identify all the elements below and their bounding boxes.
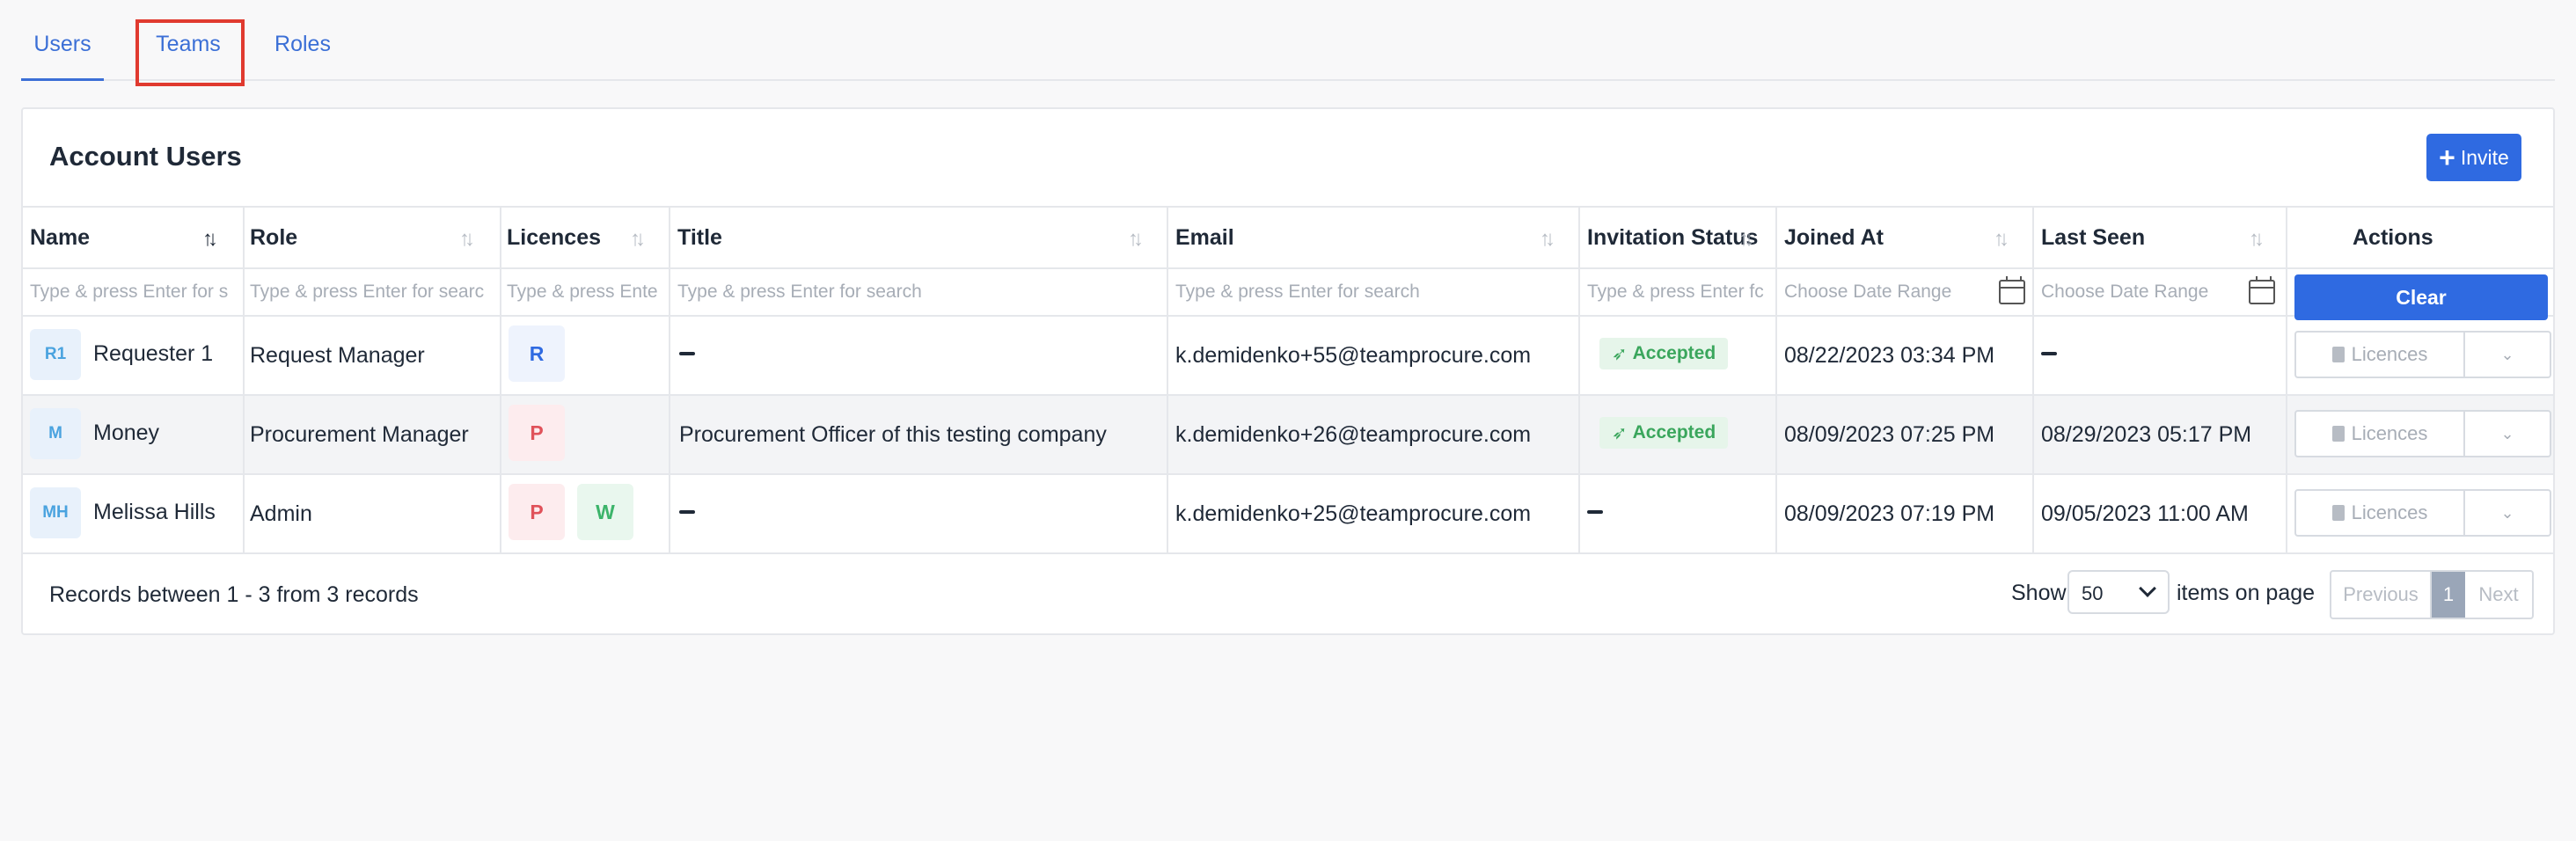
account-users-card: Account Users + Invite Name ↑↓ Role ↑↓ L…	[21, 107, 2555, 635]
records-summary: Records between 1 - 3 from 3 records	[49, 582, 419, 607]
name-filter-input[interactable]: Type & press Enter for s	[30, 282, 238, 303]
header-role[interactable]: Role	[250, 225, 297, 251]
joined-at: 08/09/2023 07:19 PM	[1784, 501, 1995, 526]
joined-at: 08/22/2023 03:34 PM	[1784, 343, 1995, 368]
title-filter-input[interactable]: Type & press Enter for search	[677, 282, 1153, 303]
avatar: M	[30, 408, 81, 459]
empty-dash	[2041, 352, 2057, 355]
header-email[interactable]: Email	[1175, 225, 1234, 251]
joined-date-range-input[interactable]: Choose Date Range	[1784, 282, 1978, 303]
show-label: Show	[2011, 581, 2067, 605]
status-filter-input[interactable]: Type & press Enter fc	[1587, 282, 1768, 303]
licences-button-label: Licences	[2351, 501, 2428, 523]
status-label: Accepted	[1632, 422, 1716, 442]
licences-filter-input[interactable]: Type & press Ente	[507, 282, 665, 303]
email-filter-input[interactable]: Type & press Enter for search	[1175, 282, 1571, 303]
header-last-seen[interactable]: Last Seen	[2041, 225, 2145, 251]
empty-dash	[679, 352, 695, 355]
avatar: MH	[30, 487, 81, 538]
user-role: Procurement Manager	[250, 422, 469, 447]
invite-button[interactable]: + Invite	[2426, 134, 2521, 181]
last-seen: 08/29/2023 05:17 PM	[2041, 422, 2252, 447]
user-email: k.demidenko+55@teamprocure.com	[1175, 343, 1532, 368]
licences-button-label: Licences	[2351, 343, 2428, 365]
chevron-down-icon[interactable]: ⌄	[2465, 489, 2551, 537]
page-title: Account Users	[49, 141, 242, 172]
user-email: k.demidenko+26@teamprocure.com	[1175, 422, 1532, 447]
licences-button[interactable]: Licences	[2294, 331, 2465, 378]
header-name[interactable]: Name	[30, 225, 90, 251]
document-icon	[2331, 505, 2345, 521]
sort-desc-icon[interactable]: ↑↓	[202, 227, 218, 252]
user-name[interactable]: Melissa Hills	[93, 500, 216, 525]
document-icon	[2331, 426, 2345, 442]
user-name[interactable]: Money	[93, 420, 159, 446]
status-badge: ➶ Accepted	[1599, 338, 1729, 369]
row-actions: Licences ⌄	[2294, 410, 2551, 457]
header-joined-at[interactable]: Joined At	[1784, 225, 1884, 251]
highlight-box	[135, 19, 245, 86]
sort-icon[interactable]: ↑↓	[1540, 227, 1555, 252]
row-actions: Licences ⌄	[2294, 331, 2551, 378]
licences-button[interactable]: Licences	[2294, 410, 2465, 457]
licence-badge-p: P	[509, 484, 565, 540]
tab-bar: Users Teams Roles	[21, 0, 2555, 81]
plus-icon: +	[2439, 142, 2455, 173]
user-name[interactable]: Requester 1	[93, 341, 213, 367]
current-page-button[interactable]: 1	[2432, 572, 2465, 618]
licences-button[interactable]: Licences	[2294, 489, 2465, 537]
tab-users[interactable]: Users	[21, 32, 104, 81]
page-size-value: 50	[2082, 582, 2104, 604]
sort-icon[interactable]: ↑↓	[1128, 227, 1144, 252]
document-icon	[2331, 347, 2345, 362]
rocket-icon: ➶	[1612, 343, 1628, 364]
licences-button-label: Licences	[2351, 422, 2428, 444]
last-seen-date-range-input[interactable]: Choose Date Range	[2041, 282, 2235, 303]
licence-badge-r: R	[509, 325, 565, 382]
calendar-icon[interactable]	[1999, 276, 2025, 304]
empty-dash	[1587, 510, 1603, 514]
header-actions: Actions	[2353, 225, 2433, 250]
sort-icon[interactable]: ↑↓	[1738, 227, 1754, 252]
empty-dash	[679, 510, 695, 514]
chevron-down-icon	[2139, 580, 2156, 597]
sort-icon[interactable]: ↑↓	[630, 227, 646, 252]
last-seen: 09/05/2023 11:00 AM	[2041, 501, 2249, 526]
invite-label: Invite	[2460, 145, 2509, 169]
user-email: k.demidenko+25@teamprocure.com	[1175, 501, 1532, 526]
status-badge: ➶ Accepted	[1599, 417, 1729, 449]
rocket-icon: ➶	[1612, 422, 1628, 443]
tab-roles[interactable]: Roles	[266, 32, 340, 81]
chevron-down-icon[interactable]: ⌄	[2465, 331, 2551, 378]
user-role: Admin	[250, 501, 312, 526]
header-invitation-status[interactable]: Invitation Status	[1587, 225, 1758, 251]
joined-at: 08/09/2023 07:25 PM	[1784, 422, 1995, 447]
status-label: Accepted	[1632, 343, 1716, 363]
user-title: Procurement Officer of this testing comp…	[679, 422, 1107, 447]
avatar: R1	[30, 329, 81, 380]
role-filter-input[interactable]: Type & press Enter for searc	[250, 282, 496, 303]
sort-icon[interactable]: ↑↓	[1994, 227, 2009, 252]
sort-icon[interactable]: ↑↓	[459, 227, 475, 252]
calendar-icon[interactable]	[2249, 276, 2275, 304]
next-page-button[interactable]: Next	[2465, 572, 2532, 618]
previous-page-button[interactable]: Previous	[2331, 572, 2432, 618]
sort-icon[interactable]: ↑↓	[2249, 227, 2265, 252]
clear-filters-button[interactable]: Clear	[2294, 274, 2548, 320]
user-role: Request Manager	[250, 343, 425, 368]
page-size-select[interactable]: 50	[2067, 570, 2170, 614]
items-on-page-label: items on page	[2177, 581, 2316, 605]
row-actions: Licences ⌄	[2294, 489, 2551, 537]
chevron-down-icon[interactable]: ⌄	[2465, 410, 2551, 457]
header-licences[interactable]: Licences	[507, 225, 601, 251]
licence-badge-p: P	[509, 405, 565, 461]
licence-badge-w: W	[577, 484, 633, 540]
pagination: Previous 1 Next	[2330, 570, 2534, 619]
header-title[interactable]: Title	[677, 225, 722, 251]
